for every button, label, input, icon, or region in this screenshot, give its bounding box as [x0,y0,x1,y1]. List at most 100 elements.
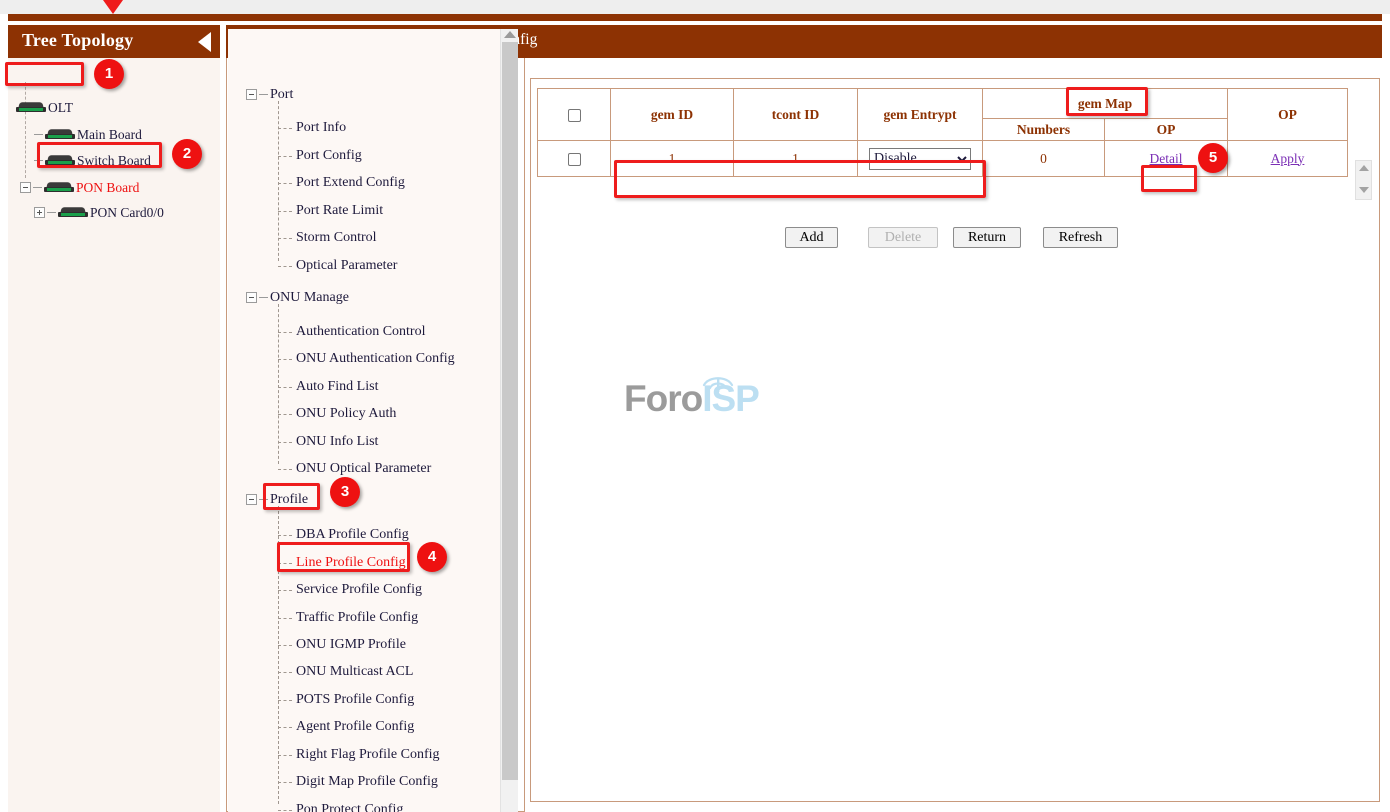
tree-topology-body: OLT Main Board Switch Board PON Board PO… [8,58,220,812]
menu-item-onu-multicast-acl[interactable]: ONU Multicast ACL [278,662,413,682]
tree-node-pon-card[interactable]: PON Card0/0 [34,202,164,222]
menu-item-label: Port Rate Limit [296,203,383,218]
menu-item-label: ONU IGMP Profile [296,637,406,652]
menu-branch-dash [278,332,292,333]
menu-item-label: ONU Optical Parameter [296,461,431,476]
menu-branch-dash [278,414,292,415]
menu-item-authentication-control[interactable]: Authentication Control [278,322,425,342]
menu-branch-dash [278,590,292,591]
menu-branch-dash [278,672,292,673]
menu-group-onu-manage[interactable]: ONU Manage [246,288,349,308]
menu-expander-minus-icon[interactable] [246,292,257,303]
scroll-up-arrow-icon[interactable] [1359,165,1369,171]
menu-item-label: DBA Profile Config [296,527,409,542]
menu-branch-dash [278,238,292,239]
tree-branch-dash [34,160,43,161]
menu-group-port[interactable]: Port [246,85,293,105]
menu-item-port-rate-limit[interactable]: Port Rate Limit [278,201,383,221]
table-header-gem-map-group: gem Map [983,89,1228,119]
select-all-checkbox[interactable] [568,109,581,122]
table-header-row-1: gem ID tcont ID gem Entrypt gem Map OP [538,89,1348,119]
tree-node-label: Switch Board [77,153,151,168]
detail-link[interactable]: Detail [1150,151,1183,166]
menu-branch-dash [278,156,292,157]
gem-entrypt-select[interactable]: Disable Enable [869,148,971,170]
menu-item-label: Agent Profile Config [296,719,414,734]
table-scrollbar[interactable] [1355,160,1372,200]
menu-item-storm-control[interactable]: Storm Control [278,228,377,248]
menu-branch-dash [278,211,292,212]
menu-item-port-extend-config[interactable]: Port Extend Config [278,173,405,193]
menu-item-onu-info-list[interactable]: ONU Info List [278,432,378,452]
tree-node-main-board[interactable]: Main Board [34,124,142,144]
table-header-gem-entrypt: gem Entrypt [858,89,983,141]
tree-node-olt[interactable]: OLT [16,97,73,117]
menu-branch-dash [278,266,292,267]
menu-item-auto-find-list[interactable]: Auto Find List [278,377,378,397]
step-badge-1: 1 [94,59,124,89]
delete-button[interactable]: Delete [868,227,938,248]
tree-branch-dash [34,134,43,135]
menu-item-label: Storm Control [296,230,377,245]
menu-item-label: Right Flag Profile Config [296,747,440,762]
menu-item-onu-policy-auth[interactable]: ONU Policy Auth [278,404,396,424]
menu-branch-dash [278,645,292,646]
menu-item-label: Digit Map Profile Config [296,774,438,789]
row-gem-id: 1 [611,141,734,177]
menu-item-port-config[interactable]: Port Config [278,146,362,166]
return-button[interactable]: Return [953,227,1021,248]
menu-item-label: Auto Find List [296,379,378,394]
menu-item-onu-authentication-config[interactable]: ONU Authentication Config [278,349,455,369]
menu-group-label: ONU Manage [270,290,349,305]
menu-item-onu-igmp-profile[interactable]: ONU IGMP Profile [278,635,406,655]
menu-item-port-info[interactable]: Port Info [278,118,346,138]
scroll-down-arrow-icon[interactable] [1359,187,1369,193]
menu-expander-minus-icon[interactable] [246,494,257,505]
tree-branch-dash [259,297,268,298]
menu-item-right-flag-profile-config[interactable]: Right Flag Profile Config [278,745,440,765]
menu-item-dba-profile-config[interactable]: DBA Profile Config [278,525,409,545]
tree-node-label: OLT [48,100,73,115]
menu-scrollbar[interactable] [500,29,518,812]
tree-branch-dash [47,212,56,213]
menu-item-label: Service Profile Config [296,582,422,597]
menu-item-pots-profile-config[interactable]: POTS Profile Config [278,690,414,710]
menu-item-digit-map-profile-config[interactable]: Digit Map Profile Config [278,772,438,792]
tree-node-switch-board[interactable]: Switch Board [34,150,151,170]
menu-item-label: Traffic Profile Config [296,610,418,625]
tree-node-label: PON Card0/0 [90,205,164,220]
menu-branch-dash [278,618,292,619]
menu-item-label: Pon Protect Config [296,802,403,812]
scroll-up-arrow-icon[interactable] [504,31,516,38]
menu-item-agent-profile-config[interactable]: Agent Profile Config [278,717,414,737]
menu-item-label: ONU Policy Auth [296,406,396,421]
tree-expander-plus-icon[interactable] [34,207,45,218]
tree-node-pon-board[interactable]: PON Board [20,177,139,197]
device-icon [16,102,46,113]
menu-item-label: ONU Info List [296,434,378,449]
menu-item-pon-protect-config[interactable]: Pon Protect Config [278,800,403,812]
collapse-left-arrow-icon[interactable] [198,32,211,52]
menu-item-service-profile-config[interactable]: Service Profile Config [278,580,422,600]
step-badge-2: 2 [172,139,202,169]
tree-expander-minus-icon[interactable] [20,182,31,193]
menu-scrollbar-thumb[interactable] [502,42,518,780]
menu-scroll-area: Port Port Info Port Config Port Extend C… [228,29,500,812]
menu-item-line-profile-config[interactable]: Line Profile Config [278,553,406,573]
menu-item-label: ONU Authentication Config [296,351,455,366]
add-button[interactable]: Add [785,227,838,248]
apply-link[interactable]: Apply [1271,151,1305,166]
menu-item-label: Line Profile Config [296,555,406,570]
menu-branch-dash [278,700,292,701]
refresh-button[interactable]: Refresh [1043,227,1118,248]
foroisp-watermark: ForoISP [624,378,774,428]
menu-item-traffic-profile-config[interactable]: Traffic Profile Config [278,608,418,628]
menu-branch-dash [278,563,292,564]
row-checkbox[interactable] [568,153,581,166]
menu-expander-minus-icon[interactable] [246,89,257,100]
watermark-primary-text: Foro [624,378,702,419]
tree-branch-dash [259,499,268,500]
menu-item-optical-parameter[interactable]: Optical Parameter [278,256,397,276]
tree-node-label: PON Board [76,180,139,195]
menu-item-onu-optical-parameter[interactable]: ONU Optical Parameter [278,459,431,479]
